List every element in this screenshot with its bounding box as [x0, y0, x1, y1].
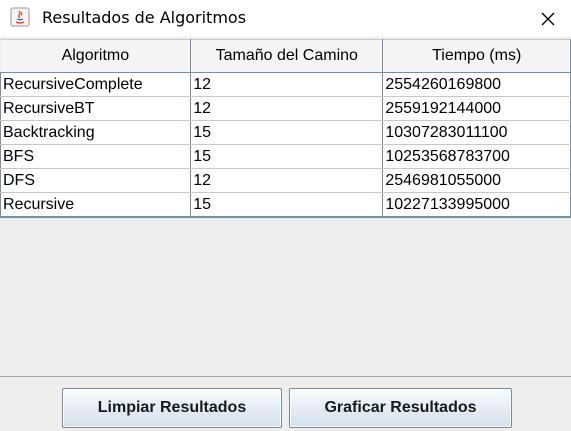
- java-icon: [10, 7, 30, 27]
- title-bar[interactable]: Resultados de Algoritmos: [0, 0, 571, 37]
- cell-tamano[interactable]: 15: [190, 144, 384, 169]
- panel-divider: [0, 376, 571, 377]
- cell-tamano[interactable]: 12: [190, 168, 384, 193]
- table-row[interactable]: RecursiveComplete 12 2554260169800: [0, 72, 571, 97]
- cell-tiempo[interactable]: 10253568783700: [382, 144, 571, 169]
- column-header-tiempo[interactable]: Tiempo (ms): [382, 39, 571, 73]
- table-row[interactable]: BFS 15 10253568783700: [0, 144, 571, 169]
- graph-results-button[interactable]: Graficar Resultados: [289, 388, 512, 428]
- cell-algoritmo[interactable]: DFS: [0, 168, 192, 193]
- column-header-algoritmo[interactable]: Algoritmo: [0, 39, 192, 73]
- close-icon: [541, 12, 555, 25]
- cell-tamano[interactable]: 15: [190, 192, 384, 218]
- cell-algoritmo[interactable]: RecursiveComplete: [0, 72, 192, 97]
- table-row[interactable]: Backtracking 15 10307283011100: [0, 120, 571, 145]
- cell-tiempo[interactable]: 2559192144000: [382, 96, 571, 121]
- close-button[interactable]: [525, 0, 571, 37]
- cell-tiempo[interactable]: 10227133995000: [382, 192, 571, 218]
- cell-tamano[interactable]: 15: [190, 120, 384, 145]
- cell-tiempo[interactable]: 2554260169800: [382, 72, 571, 97]
- cell-tiempo[interactable]: 10307283011100: [382, 120, 571, 145]
- window-title: Resultados de Algoritmos: [42, 8, 247, 27]
- cell-algoritmo[interactable]: RecursiveBT: [0, 96, 192, 121]
- cell-algoritmo[interactable]: BFS: [0, 144, 192, 169]
- cell-tamano[interactable]: 12: [190, 72, 384, 97]
- results-table[interactable]: Algoritmo Tamaño del Camino Tiempo (ms) …: [0, 39, 571, 218]
- cell-algoritmo[interactable]: Recursive: [0, 192, 192, 218]
- cell-tamano[interactable]: 12: [190, 96, 384, 121]
- table-row[interactable]: RecursiveBT 12 2559192144000: [0, 96, 571, 121]
- column-header-tamano[interactable]: Tamaño del Camino: [190, 39, 384, 73]
- table-row[interactable]: DFS 12 2546981055000: [0, 168, 571, 193]
- table-header-row: Algoritmo Tamaño del Camino Tiempo (ms): [0, 39, 571, 73]
- table-row[interactable]: Recursive 15 10227133995000: [0, 192, 571, 218]
- cell-tiempo[interactable]: 2546981055000: [382, 168, 571, 193]
- cell-algoritmo[interactable]: Backtracking: [0, 120, 192, 145]
- results-table-panel[interactable]: Algoritmo Tamaño del Camino Tiempo (ms) …: [0, 38, 571, 375]
- clear-results-button[interactable]: Limpiar Resultados: [62, 388, 282, 428]
